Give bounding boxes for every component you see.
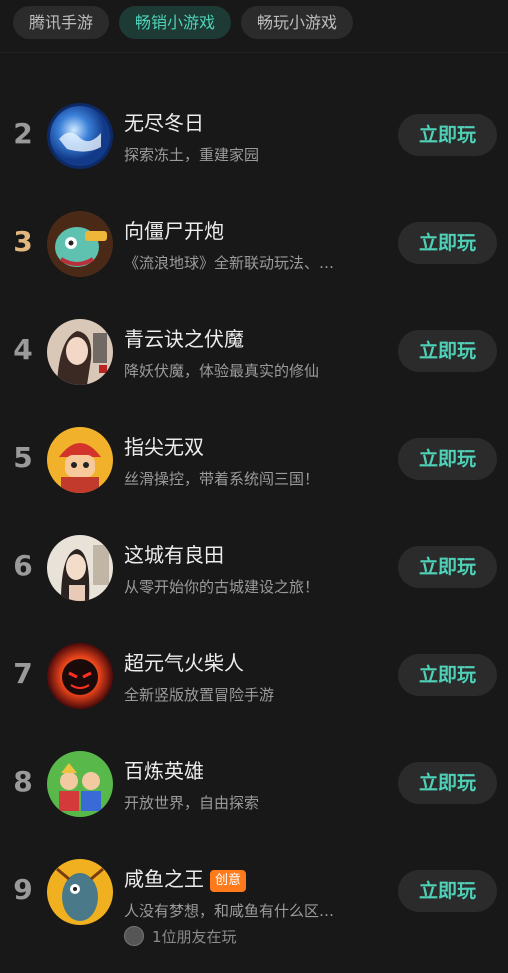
game-title: 超元气火柴人 xyxy=(124,651,244,675)
list-item[interactable]: 7 超元气火柴人 全新竖版放置冒险手游 立即玩 xyxy=(0,621,508,729)
friends-playing-text: 1位朋友在玩 xyxy=(152,927,237,946)
immortal-hero-icon xyxy=(47,319,113,385)
warrior-icon xyxy=(47,427,113,493)
play-now-button[interactable]: 立即玩 xyxy=(398,654,497,696)
game-description: 《流浪地球》全新联动玩法、… xyxy=(124,254,335,272)
tab-popular-mini-games[interactable]: 畅玩小游戏 xyxy=(241,6,354,39)
rank-number: 8 xyxy=(13,765,33,798)
friend-avatar xyxy=(124,926,144,946)
fire-stickman-icon xyxy=(47,643,113,709)
category-tabs: 腾讯手游 畅销小游戏 畅玩小游戏 xyxy=(13,6,354,39)
play-now-button[interactable]: 立即玩 xyxy=(398,114,497,156)
game-description: 从零开始你的古城建设之旅！ xyxy=(124,578,320,596)
game-description: 开放世界，自由探索 xyxy=(124,794,260,812)
ancient-lady-icon xyxy=(47,535,113,601)
list-item[interactable]: 4 青云诀之伏魔 降妖伏魔，体验最真实的修仙 立即玩 xyxy=(0,297,508,405)
heroes-icon xyxy=(47,751,113,817)
game-title-text: 咸鱼之王 xyxy=(124,867,204,891)
play-now-button[interactable]: 立即玩 xyxy=(398,438,497,480)
creative-badge: 创意 xyxy=(210,870,247,892)
game-title: 百炼英雄 xyxy=(124,759,204,783)
game-title: 指尖无双 xyxy=(124,435,204,459)
zombie-cannon-icon xyxy=(47,211,113,277)
rank-number: 2 xyxy=(13,117,33,150)
game-title: 无尽冬日 xyxy=(124,111,204,135)
friends-playing: 1位朋友在玩 xyxy=(124,925,237,947)
play-now-button[interactable]: 立即玩 xyxy=(398,330,497,372)
play-now-button[interactable]: 立即玩 xyxy=(398,546,497,588)
list-item[interactable]: 5 指尖无双 丝滑操控，带着系统闯三国！ 立即玩 xyxy=(0,405,508,513)
game-title: 向僵尸开炮 xyxy=(124,219,224,243)
list-item[interactable]: 6 这城有良田 从零开始你的古城建设之旅！ 立即玩 xyxy=(0,513,508,621)
play-now-button[interactable]: 立即玩 xyxy=(398,870,497,912)
game-title: 咸鱼之王 创意 xyxy=(124,863,247,892)
tab-bestselling-mini-games[interactable]: 畅销小游戏 xyxy=(119,6,232,39)
snow-globe-icon xyxy=(47,103,113,169)
game-description: 探索冻土，重建家园 xyxy=(124,146,260,164)
game-description: 人没有梦想，和咸鱼有什么区… xyxy=(124,902,335,920)
game-description: 全新竖版放置冒险手游 xyxy=(124,686,275,704)
play-now-button[interactable]: 立即玩 xyxy=(398,222,497,264)
rank-number: 3 xyxy=(13,225,33,258)
play-now-button[interactable]: 立即玩 xyxy=(398,762,497,804)
rank-number: 9 xyxy=(13,873,33,906)
divider xyxy=(0,52,508,53)
rank-number: 7 xyxy=(13,657,33,690)
salted-fish-icon xyxy=(47,859,113,925)
tab-tencent-mobile-games[interactable]: 腾讯手游 xyxy=(13,6,110,39)
list-item[interactable]: 8 百炼英雄 开放世界，自由探索 立即玩 xyxy=(0,729,508,837)
rank-number: 5 xyxy=(13,441,33,474)
game-description: 丝滑操控，带着系统闯三国！ xyxy=(124,470,320,488)
game-title: 青云诀之伏魔 xyxy=(124,327,244,351)
game-title: 这城有良田 xyxy=(124,543,224,567)
list-item[interactable]: 2 无尽冬日 探索冻土，重建家园 立即玩 xyxy=(0,81,508,189)
rank-number: 6 xyxy=(13,549,33,582)
rank-number: 4 xyxy=(13,333,33,366)
list-item[interactable]: 3 向僵尸开炮 《流浪地球》全新联动玩法、… 立即玩 xyxy=(0,189,508,297)
list-item[interactable]: 9 咸鱼之王 创意 人没有梦想，和咸鱼有什么区… 1位朋友在玩 立即玩 xyxy=(0,837,508,947)
game-description: 降妖伏魔，体验最真实的修仙 xyxy=(124,362,320,380)
